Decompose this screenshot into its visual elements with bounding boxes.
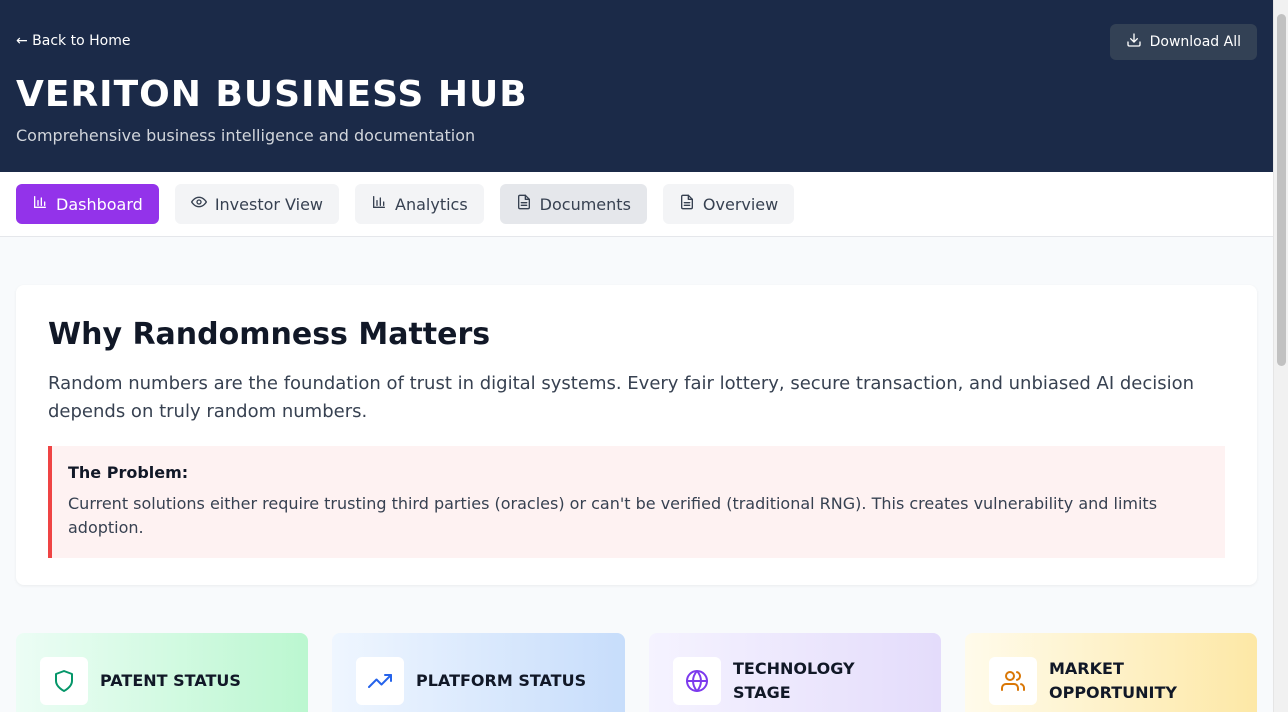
eye-icon: [190, 194, 207, 214]
problem-text: Current solutions either require trustin…: [68, 494, 1158, 537]
document-icon: [516, 194, 532, 214]
tab-bar: Dashboard Investor View Analytics Docume…: [0, 172, 1288, 237]
tab-analytics-label: Analytics: [395, 194, 468, 214]
tab-dashboard-label: Dashboard: [56, 194, 143, 214]
header: ← Back to Home Download All VERITON BUSI…: [0, 0, 1288, 172]
stat-label: PLATFORM STATUS: [416, 671, 587, 690]
section-description: Random numbers are the foundation of tru…: [48, 373, 1195, 422]
tab-investor-view[interactable]: Investor View: [174, 184, 340, 224]
tab-investor-view-label: Investor View: [214, 194, 324, 214]
vertical-scrollbar[interactable]: [1273, 0, 1288, 712]
stat-label: MARKET OPPORTUNITY: [1049, 659, 1178, 702]
bar-chart-icon: [371, 194, 387, 214]
stat-label: TECHNOLOGY STAGE: [733, 659, 855, 702]
trending-up-icon: [356, 657, 404, 705]
stat-card-technology-stage: TECHNOLOGY STAGE: [649, 633, 941, 712]
scrollbar-thumb[interactable]: [1277, 14, 1286, 366]
users-icon: [989, 657, 1037, 705]
section-title: Why Randomness Matters: [48, 317, 491, 352]
download-all-label: Download All: [1149, 34, 1241, 50]
tab-analytics[interactable]: Analytics: [355, 184, 484, 224]
stat-label: PATENT STATUS: [100, 671, 241, 690]
bar-chart-icon: [32, 194, 48, 214]
back-to-home-link[interactable]: ← Back to Home: [16, 33, 130, 49]
problem-title: The Problem:: [68, 463, 189, 482]
tab-documents[interactable]: Documents: [499, 184, 647, 224]
stat-card-patent-status: PATENT STATUS: [16, 633, 308, 712]
tab-documents-label: Documents: [539, 194, 631, 214]
problem-callout: The Problem: Current solutions either re…: [48, 446, 1225, 558]
stat-card-market-opportunity: MARKET OPPORTUNITY: [965, 633, 1257, 712]
download-icon: [1126, 32, 1142, 52]
tab-overview[interactable]: Overview: [662, 184, 795, 224]
globe-icon: [673, 657, 721, 705]
stat-card-platform-status: PLATFORM STATUS: [332, 633, 625, 712]
tab-overview-label: Overview: [702, 194, 779, 214]
download-all-button[interactable]: Download All: [1109, 24, 1257, 60]
page-title: VERITON BUSINESS HUB: [16, 74, 528, 115]
document-icon: [679, 194, 695, 214]
page-subtitle: Comprehensive business intelligence and …: [16, 126, 476, 145]
shield-icon: [40, 657, 88, 705]
why-randomness-card: Why Randomness Matters Random numbers ar…: [16, 285, 1257, 585]
tab-dashboard[interactable]: Dashboard: [16, 184, 159, 224]
